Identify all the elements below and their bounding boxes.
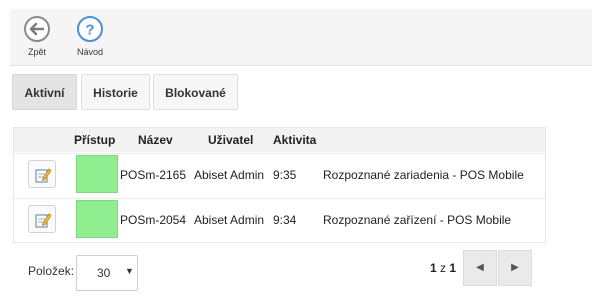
back-button[interactable]: Zpět (12, 15, 62, 57)
total-pages: 1 (449, 261, 457, 275)
column-header-aktivita[interactable]: Aktivita (273, 133, 316, 147)
access-status-swatch (76, 155, 118, 193)
device-user: Abiset Admin (194, 213, 265, 227)
tab-blokovane[interactable]: Blokované (153, 74, 238, 110)
device-user: Abiset Admin (194, 168, 265, 182)
activity-description: Rozpoznané zariadenia - POS Mobile (323, 168, 524, 182)
caret-left-icon: ◀ (476, 262, 484, 273)
tab-historie[interactable]: Historie (81, 74, 150, 110)
tab-aktivni[interactable]: Aktivní (12, 74, 77, 110)
edit-note-icon (35, 168, 52, 183)
column-header-nazev[interactable]: Název (138, 133, 173, 147)
svg-text:?: ? (85, 22, 94, 39)
device-name: POSm-2054 (120, 213, 187, 227)
question-circle-icon: ? (77, 16, 103, 42)
edit-button[interactable] (28, 205, 56, 233)
column-header-uzivatel[interactable]: Uživatel (208, 133, 253, 147)
device-name: POSm-2165 (120, 168, 187, 182)
column-header-pristup[interactable]: Přístup (74, 133, 115, 147)
access-status-swatch (76, 200, 118, 238)
edit-button[interactable] (28, 160, 56, 188)
back-label: Zpět (27, 47, 46, 57)
activity-time: 9:34 (273, 213, 297, 227)
table-row[interactable]: POSm-2165 Abiset Admin 9:35 Rozpoznané z… (14, 153, 545, 198)
table-header: Přístup Název Uživatel Aktivita (14, 128, 545, 152)
arrow-left-circle-icon (24, 16, 50, 42)
devices-table: Přístup Název Uživatel Aktivita POSm-216… (13, 127, 546, 243)
page-separator: z (440, 261, 447, 275)
page-size-value: 30 (97, 266, 111, 280)
next-page-button[interactable]: ▶ (498, 250, 532, 286)
page-size-select[interactable]: 30 ▼ (76, 255, 138, 291)
activity-time: 9:35 (273, 168, 297, 182)
help-label: Návod (76, 47, 103, 57)
previous-page-button[interactable]: ◀ (463, 250, 497, 286)
help-button[interactable]: ? Návod (65, 15, 115, 57)
edit-note-icon (35, 213, 52, 228)
toolbar: Zpět ? Návod (10, 9, 592, 66)
current-page: 1 (430, 261, 437, 275)
page-indicator: 1 z 1 (430, 261, 456, 275)
activity-description: Rozpoznané zařízení - POS Mobile (323, 213, 512, 227)
items-per-page-label: Položek: (28, 264, 75, 278)
dropdown-caret-icon: ▼ (125, 266, 134, 276)
caret-right-icon: ▶ (511, 262, 519, 273)
table-row[interactable]: POSm-2054 Abiset Admin 9:34 Rozpoznané z… (14, 198, 545, 243)
